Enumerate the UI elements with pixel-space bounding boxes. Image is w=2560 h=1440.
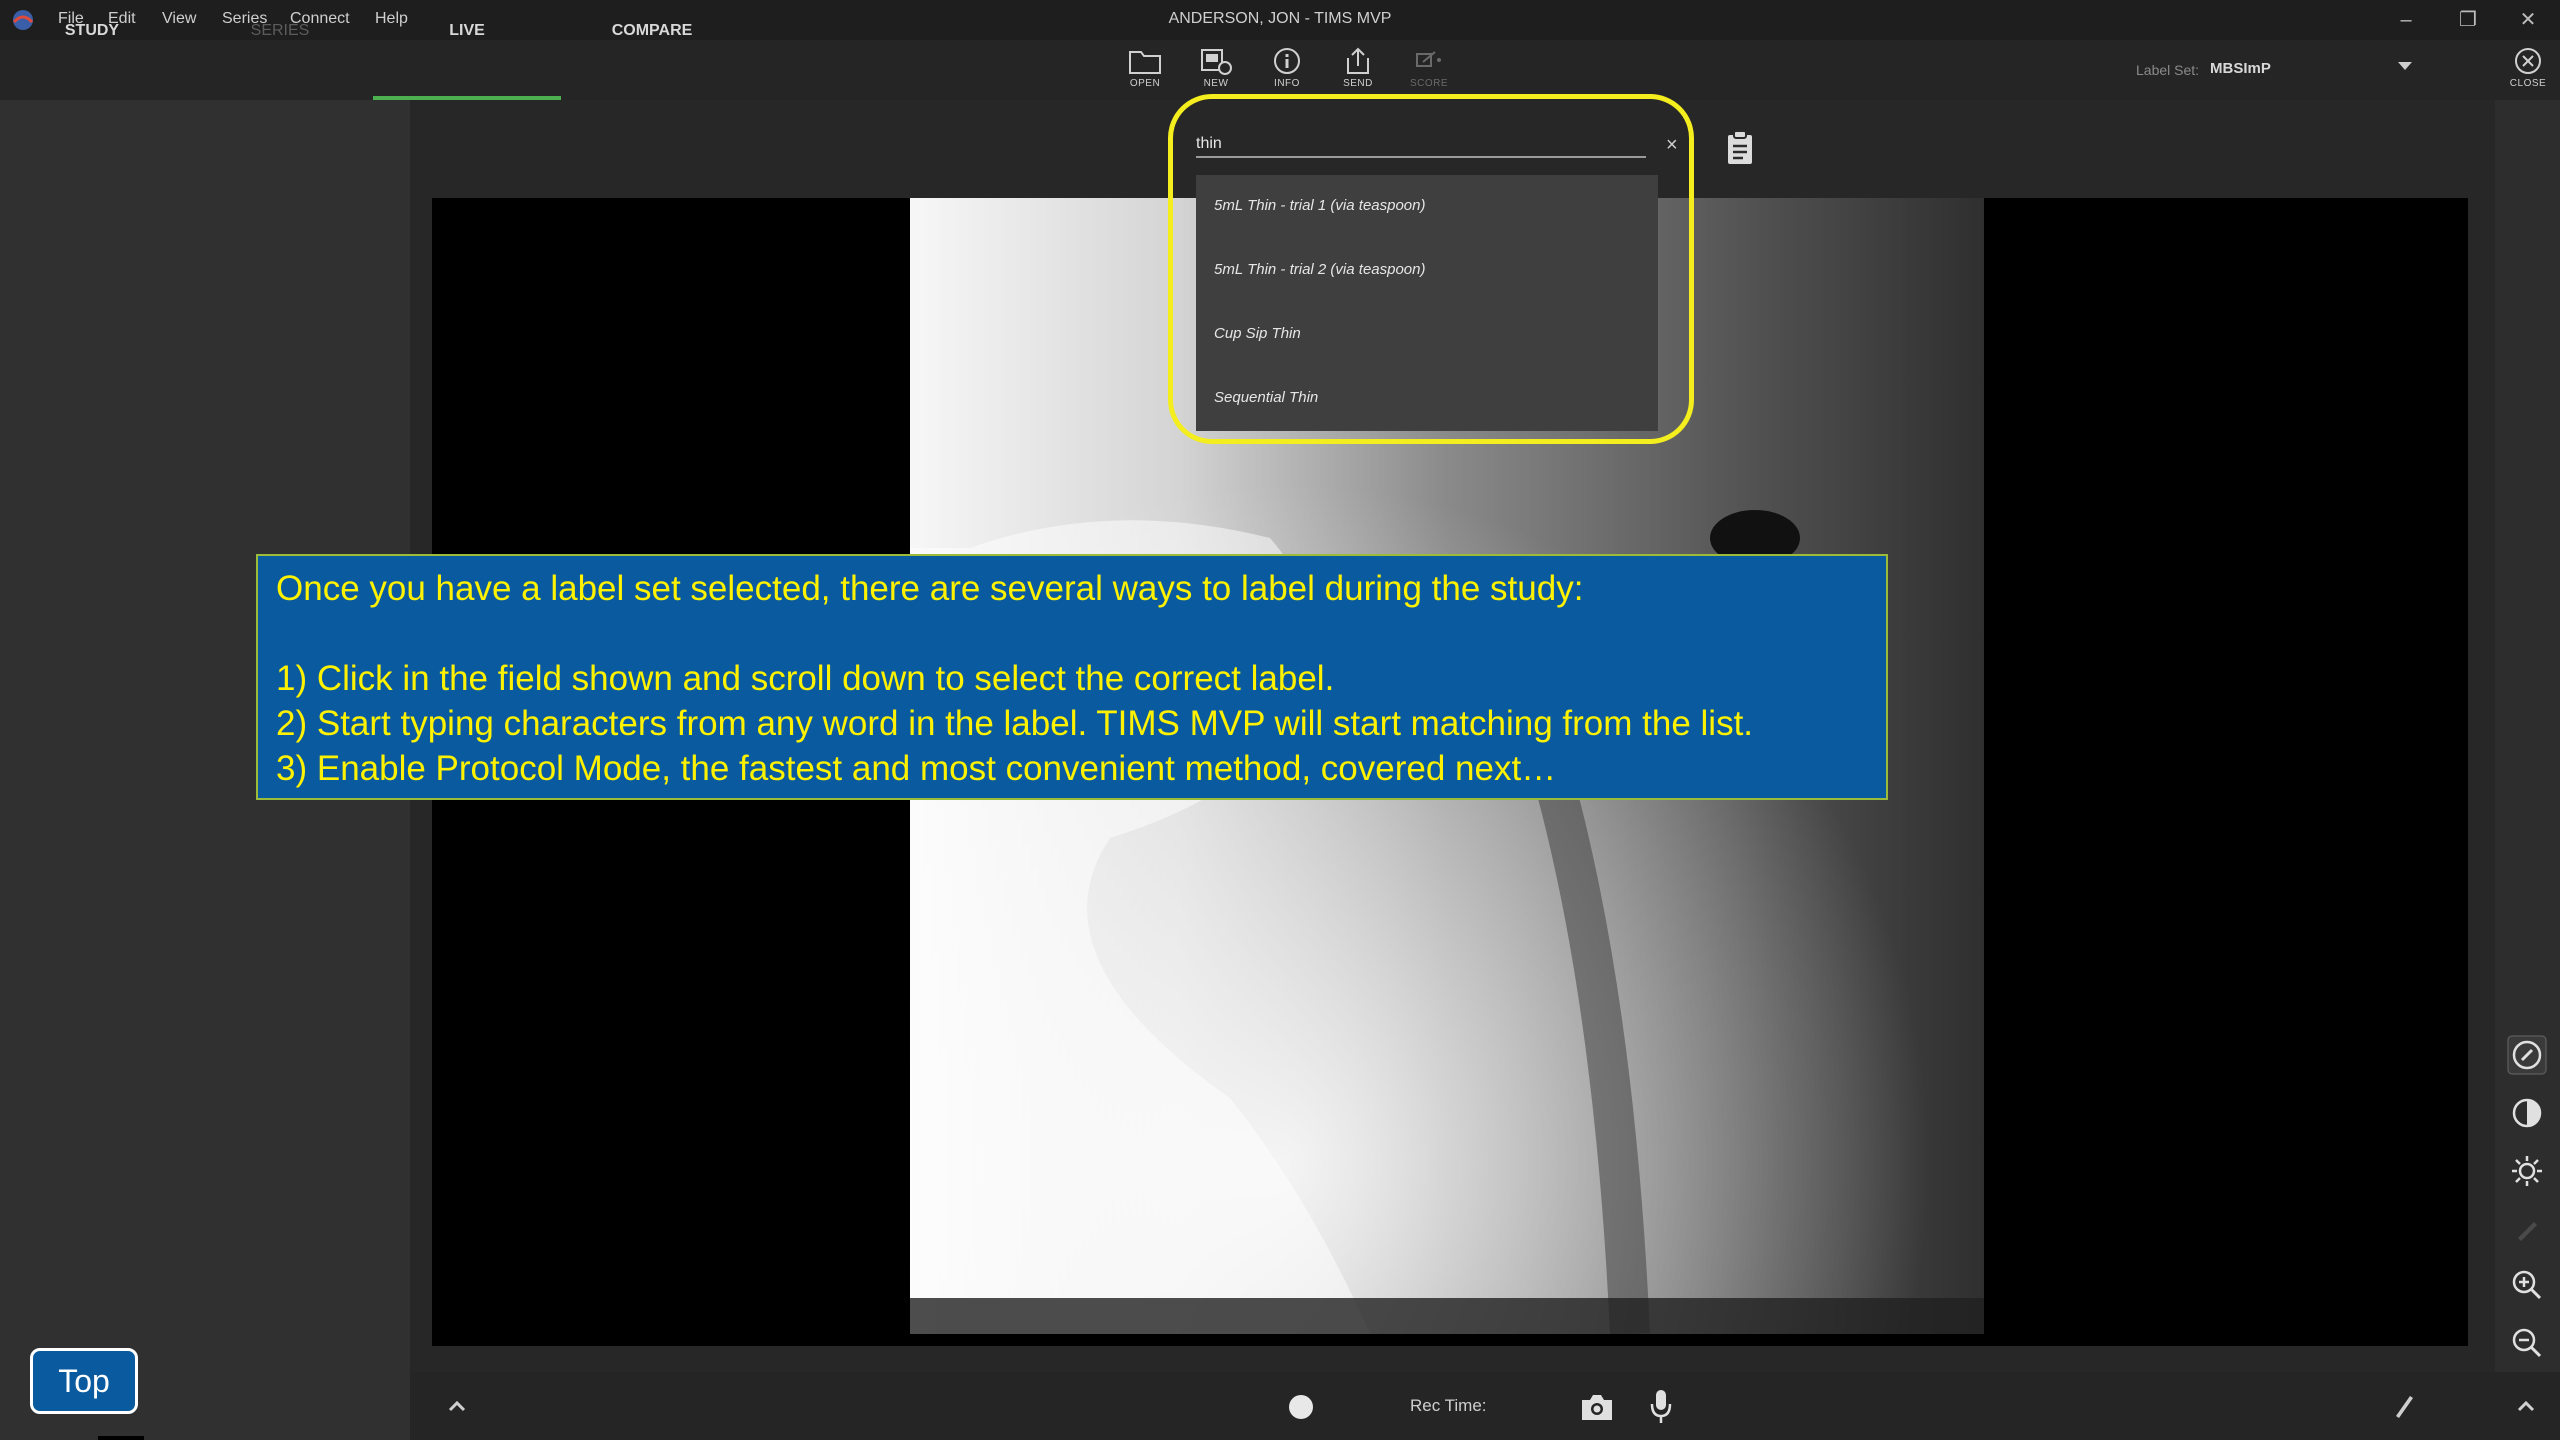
instruction-callout: Once you have a label set selected, ther… (256, 554, 1888, 800)
camera-icon[interactable] (1578, 1390, 1616, 1424)
callout-step-1: 1) Click in the field shown and scroll d… (276, 659, 1335, 698)
label-set-select[interactable]: MBSImP (2210, 60, 2271, 77)
microphone-icon[interactable] (1648, 1388, 1674, 1426)
info-label: INFO (1274, 78, 1300, 89)
expand-up-icon[interactable] (446, 1396, 468, 1418)
tab-live[interactable]: LIVE (377, 22, 557, 40)
label-set-key: Label Set: (2136, 62, 2200, 78)
score-label: SCORE (1409, 78, 1449, 89)
contrast-icon[interactable] (2506, 1092, 2548, 1134)
open-label: OPEN (1129, 78, 1161, 89)
compass-icon[interactable] (2506, 1034, 2548, 1076)
callout-step-2: 2) Start typing characters from any word… (276, 704, 1754, 743)
record-icon[interactable] (1286, 1392, 1316, 1422)
info-button[interactable]: INFO (1252, 46, 1322, 89)
clipboard-icon[interactable] (1724, 130, 1756, 166)
zoom-out-icon[interactable] (2506, 1322, 2548, 1364)
score-button[interactable]: SCORE (1394, 46, 1464, 89)
yellow-highlight-ring (1168, 94, 1694, 444)
open-button[interactable]: OPEN (1110, 46, 1180, 89)
callout-intro: Once you have a label set selected, ther… (276, 569, 1584, 608)
window-close-button[interactable]: ✕ (2506, 4, 2550, 36)
tab-series[interactable]: SERIES (190, 22, 370, 40)
tab-study[interactable]: STUDY (2, 22, 182, 40)
maximize-button[interactable]: ❐ (2446, 4, 2490, 36)
close-label: CLOSE (2509, 78, 2547, 89)
score-icon (1416, 51, 1441, 67)
pen-icon[interactable] (2388, 1390, 2418, 1420)
callout-step-3: 3) Enable Protocol Mode, the fastest and… (276, 749, 1557, 788)
open-folder-icon (1129, 51, 1161, 74)
info-icon (1274, 48, 1300, 74)
divider (98, 1436, 144, 1440)
new-label: NEW (1203, 78, 1229, 89)
chevron-down-icon[interactable] (2398, 62, 2412, 70)
pen-icon[interactable] (2506, 1208, 2548, 1250)
minimize-button[interactable]: – (2384, 4, 2428, 36)
send-icon (1347, 47, 1369, 74)
tab-compare[interactable]: COMPARE (562, 22, 742, 40)
top-button[interactable]: Top (30, 1348, 138, 1414)
new-series-icon (1201, 49, 1232, 75)
callout-spacer (276, 611, 1868, 656)
rec-time-label: Rec Time: (1410, 1396, 1487, 1415)
close-circle-icon (2515, 48, 2541, 74)
new-button[interactable]: NEW (1181, 46, 1251, 89)
close-study-button[interactable]: CLOSE (2500, 46, 2556, 89)
zoom-in-icon[interactable] (2506, 1264, 2548, 1306)
send-label: SEND (1343, 78, 1373, 89)
expand-up-icon[interactable] (2515, 1396, 2537, 1418)
brightness-icon[interactable] (2506, 1150, 2548, 1192)
send-button[interactable]: SEND (1323, 46, 1393, 89)
